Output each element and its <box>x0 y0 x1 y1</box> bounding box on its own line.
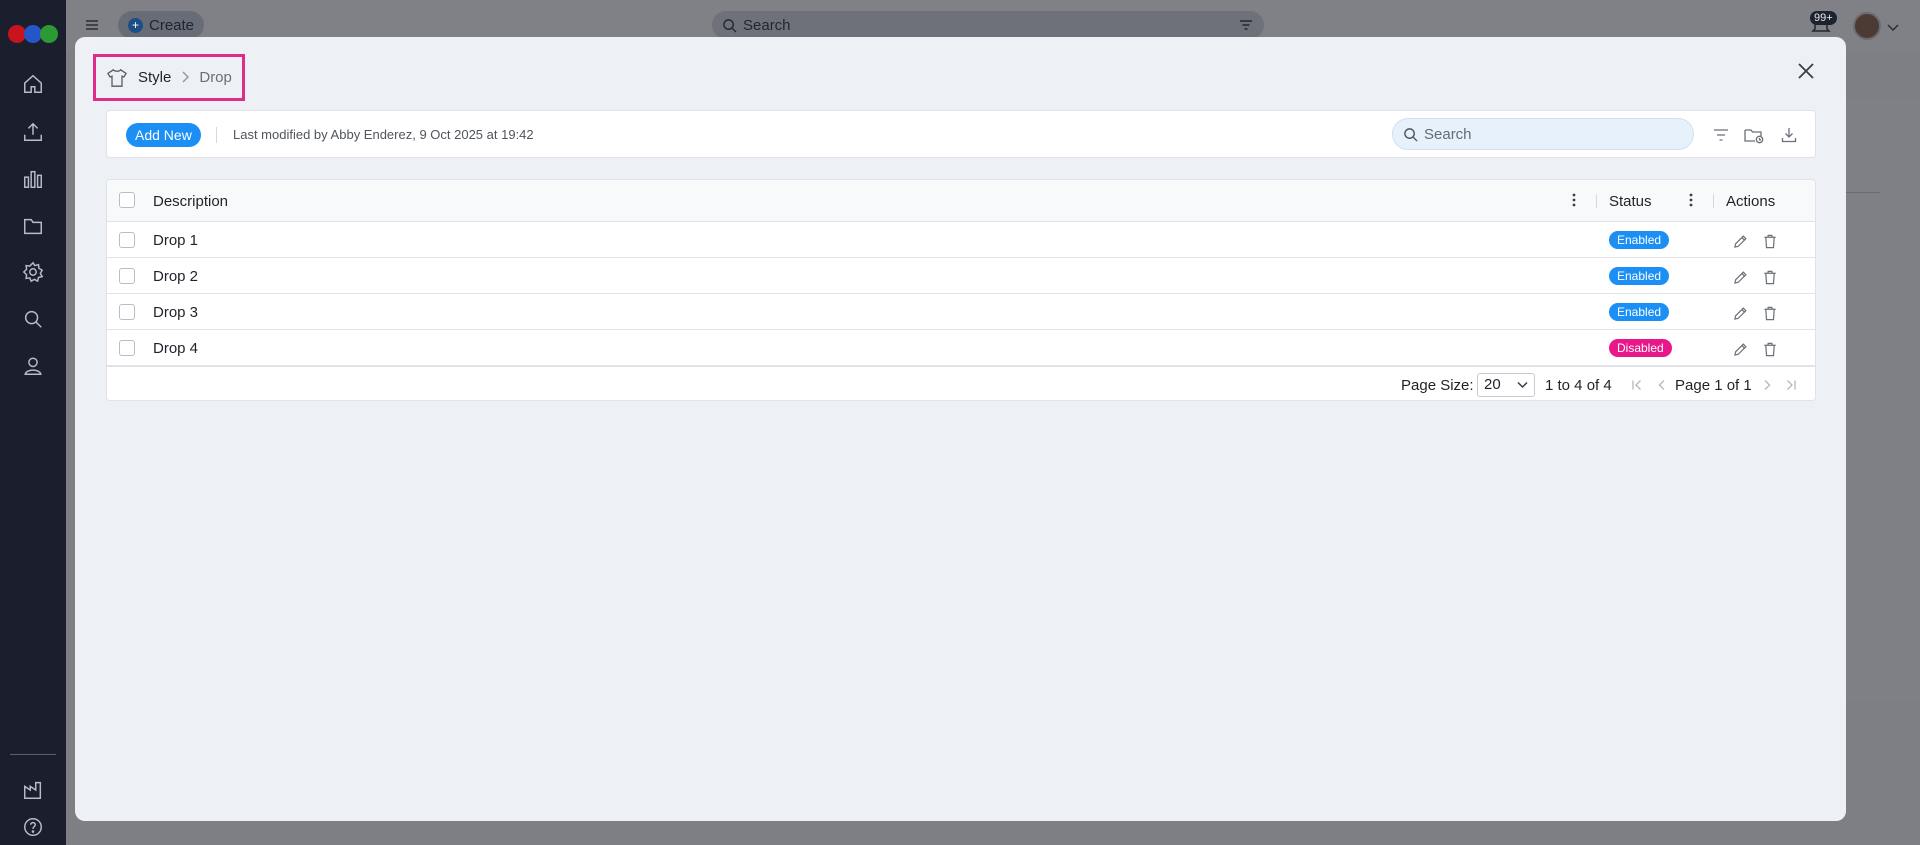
table-row[interactable]: Drop 3 Enabled <box>107 294 1815 330</box>
drop-table: Description Status Actions Drop 1 Enable… <box>106 179 1816 401</box>
chevron-down-icon <box>1517 381 1528 389</box>
table-row[interactable]: Drop 2 Enabled <box>107 258 1815 294</box>
table-row[interactable]: Drop 1 Enabled <box>107 222 1815 258</box>
page-size-value: 20 <box>1484 376 1501 393</box>
status-badge: Enabled <box>1609 267 1670 285</box>
page-size-select[interactable]: 20 <box>1477 373 1535 397</box>
table-search[interactable] <box>1392 118 1694 150</box>
upload-icon[interactable] <box>19 118 47 146</box>
breadcrumb-style[interactable]: Style <box>138 69 171 86</box>
status-badge: Disabled <box>1609 339 1672 357</box>
user-icon[interactable] <box>19 352 47 380</box>
table-search-input[interactable] <box>1424 125 1674 143</box>
table-header: Description Status Actions <box>107 180 1815 222</box>
close-icon[interactable] <box>1794 59 1818 83</box>
chevron-down-icon[interactable] <box>1886 20 1900 38</box>
filter-icon[interactable] <box>1238 17 1254 33</box>
column-menu-icon[interactable] <box>1689 192 1693 212</box>
row-description: Drop 4 <box>153 340 199 357</box>
row-description: Drop 1 <box>153 232 199 249</box>
row-checkbox[interactable] <box>119 304 135 320</box>
search-icon <box>1404 127 1418 142</box>
status-badge: Enabled <box>1609 303 1670 321</box>
app-logo <box>8 25 58 43</box>
folder-icon[interactable] <box>19 212 47 240</box>
row-checkbox[interactable] <box>119 232 135 248</box>
analytics-icon[interactable] <box>19 165 47 193</box>
global-search[interactable]: Search <box>712 11 1264 39</box>
breadcrumb: Style Drop <box>93 54 245 101</box>
column-divider[interactable] <box>1713 194 1714 208</box>
search-icon <box>723 18 737 33</box>
trash-icon[interactable] <box>1763 306 1777 325</box>
search-icon[interactable] <box>19 305 47 333</box>
trash-icon[interactable] <box>1763 342 1777 361</box>
help-icon[interactable] <box>19 813 47 841</box>
home-icon[interactable] <box>19 70 47 98</box>
page-size-label: Page Size: <box>1401 377 1474 394</box>
filter-icon[interactable] <box>1710 124 1732 146</box>
first-page-icon[interactable] <box>1631 378 1643 395</box>
select-all-checkbox[interactable] <box>119 192 135 208</box>
table-row[interactable]: Drop 4 Disabled <box>107 330 1815 366</box>
last-page-icon[interactable] <box>1785 378 1797 395</box>
avatar[interactable] <box>1853 12 1881 40</box>
edit-icon[interactable] <box>1733 234 1748 253</box>
row-description: Drop 3 <box>153 304 199 321</box>
column-menu-icon[interactable] <box>1572 192 1576 212</box>
row-checkbox[interactable] <box>119 268 135 284</box>
sidebar-divider <box>10 754 56 755</box>
create-label: Create <box>149 16 195 34</box>
row-range: 1 to 4 of 4 <box>1545 377 1612 394</box>
column-header-description[interactable]: Description <box>153 193 228 210</box>
breadcrumb-drop: Drop <box>199 69 232 86</box>
add-new-button[interactable]: Add New <box>126 123 201 147</box>
page-info: Page 1 of 1 <box>1675 377 1752 394</box>
previous-page-icon[interactable] <box>1656 378 1668 395</box>
edit-icon[interactable] <box>1733 270 1748 289</box>
edit-icon[interactable] <box>1733 306 1748 325</box>
drop-modal: Style Drop Add New Last modified by Abby… <box>75 37 1846 821</box>
trash-icon[interactable] <box>1763 234 1777 253</box>
factory-icon[interactable] <box>19 776 47 804</box>
download-icon[interactable] <box>1778 124 1800 146</box>
global-search-placeholder: Search <box>743 16 791 34</box>
chevron-right-icon <box>181 70 190 86</box>
saved-views-icon[interactable] <box>1743 124 1765 146</box>
toolbar: Add New Last modified by Abby Enderez, 9… <box>106 110 1816 158</box>
settings-icon[interactable] <box>19 258 47 286</box>
last-modified-text: Last modified by Abby Enderez, 9 Oct 202… <box>233 127 534 142</box>
pagination-bar: Page Size: 20 1 to 4 of 4 Page 1 of 1 <box>107 366 1815 400</box>
column-header-actions: Actions <box>1726 193 1776 210</box>
edit-icon[interactable] <box>1733 342 1748 361</box>
sidebar <box>0 0 66 845</box>
row-description: Drop 2 <box>153 268 199 285</box>
menu-icon[interactable] <box>84 17 100 38</box>
notification-badge: 99+ <box>1810 11 1837 25</box>
plus-icon: + <box>128 17 143 33</box>
status-badge: Enabled <box>1609 231 1670 249</box>
create-button[interactable]: + Create <box>118 11 204 39</box>
shirt-icon <box>107 68 127 87</box>
column-divider[interactable] <box>1596 194 1597 208</box>
column-header-status[interactable]: Status <box>1609 193 1652 210</box>
next-page-icon[interactable] <box>1761 378 1773 395</box>
row-checkbox[interactable] <box>119 340 135 356</box>
trash-icon[interactable] <box>1763 270 1777 289</box>
toolbar-divider <box>216 127 217 143</box>
